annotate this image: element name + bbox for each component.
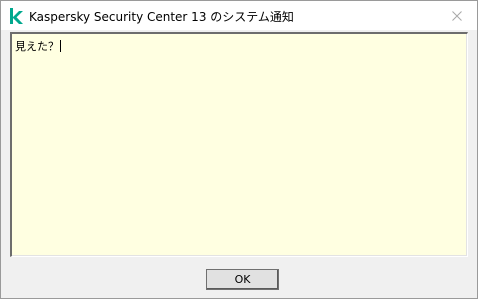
message-text: 見えた？ <box>15 40 59 53</box>
text-caret <box>60 40 61 52</box>
close-icon <box>452 10 462 21</box>
window-title: Kaspersky Security Center 13 のシステム通知 <box>29 10 294 24</box>
message-content: 見えた？ <box>15 38 61 54</box>
ok-button[interactable]: OK <box>206 269 279 290</box>
close-button[interactable] <box>437 1 477 30</box>
title-bar[interactable]: Kaspersky Security Center 13 のシステム通知 <box>1 1 477 30</box>
notification-dialog: Kaspersky Security Center 13 のシステム通知 見えた… <box>0 0 478 299</box>
kaspersky-logo-icon <box>9 8 23 24</box>
message-textarea[interactable]: 見えた？ <box>10 32 468 257</box>
